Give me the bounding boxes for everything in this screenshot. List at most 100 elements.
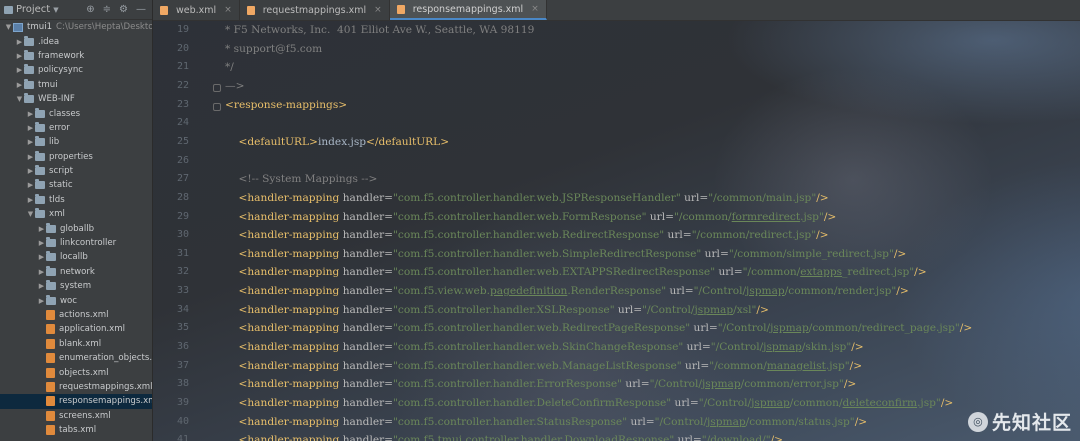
close-icon[interactable]: × (374, 5, 382, 15)
file-item[interactable]: responsemappings.xm (0, 394, 152, 409)
file-item[interactable]: blank.xml (0, 337, 152, 351)
code-token: /> (756, 303, 769, 316)
project-tree: ▼ tmui1 C:\Users\Hepta\Desktop ▶ .idea ▶ frame… (0, 20, 152, 437)
editor-tab[interactable]: requestmappings.xml × (240, 0, 390, 20)
xml-file-icon (46, 324, 55, 335)
chevron-right-icon[interactable]: ▶ (26, 138, 35, 146)
folder-item[interactable]: ▶ tmui (0, 78, 152, 92)
chevron-right-icon[interactable]: ▶ (37, 239, 46, 247)
globe-icon[interactable]: ⊕ (86, 4, 94, 15)
chevron-right-icon[interactable]: ▶ (37, 297, 46, 305)
code-token: /xsl" (733, 303, 757, 316)
folder-item[interactable]: ▼ WEB-INF (0, 92, 152, 106)
chevron-right-icon[interactable]: ▶ (26, 110, 35, 118)
code-token: "com.f5.controller.handler.web.JSPRespon… (393, 191, 681, 204)
code-token: <handler-mapping (238, 378, 343, 391)
folder-item[interactable]: ▶ globallb (0, 221, 152, 235)
folder-item[interactable]: ▶ locallb (0, 250, 152, 264)
code-token: <handler-mapping (238, 266, 343, 279)
code-token: "com.f5.controller.handler.ErrorResponse… (393, 378, 623, 391)
code-token: /common/ (789, 397, 843, 409)
tree-item-label: script (49, 166, 73, 177)
chevron-right-icon[interactable]: ▶ (37, 282, 46, 290)
chevron-right-icon[interactable]: ▶ (37, 253, 46, 261)
file-item[interactable]: actions.xml (0, 308, 152, 322)
editor-tab[interactable]: responsemappings.xml × (389, 0, 547, 20)
folder-item[interactable]: ▶ .idea (0, 34, 152, 48)
code-token: —> (225, 79, 245, 92)
code-token: jspmap (763, 341, 802, 354)
tree-item-label: globallb (60, 223, 95, 234)
folder-item[interactable]: ▶ woc (0, 293, 152, 307)
folder-item[interactable]: ▶ linkcontroller (0, 236, 152, 250)
code-token: url= (701, 247, 729, 260)
fold-marker-icon[interactable] (213, 83, 221, 92)
chevron-right-icon[interactable]: ▶ (15, 38, 24, 46)
folder-item[interactable]: ▶ system (0, 279, 152, 293)
file-item[interactable]: screens.xml (0, 409, 152, 423)
close-icon[interactable]: × (531, 4, 539, 14)
chevron-right-icon[interactable]: ▶ (26, 124, 35, 132)
chevron-right-icon[interactable]: ▶ (15, 52, 24, 60)
code-token: "/Control/ (654, 415, 708, 428)
tree-item-label: application.xml (59, 324, 125, 335)
chevron-right-icon[interactable]: ▶ (26, 153, 35, 161)
folder-item[interactable]: ▶ tlds (0, 193, 152, 207)
code-token: jspmap (770, 322, 809, 335)
editor-tab[interactable]: web.xml × (153, 0, 240, 20)
minimize-icon[interactable]: — (136, 4, 146, 15)
folder-icon (46, 280, 56, 291)
project-folder-icon (4, 5, 13, 14)
collapse-all-icon[interactable]: ≑ (103, 4, 111, 15)
code-token: /> (770, 434, 784, 441)
file-item[interactable]: requestmappings.xml (0, 380, 152, 394)
close-icon[interactable]: × (224, 5, 232, 15)
tab-label: requestmappings.xml (262, 4, 367, 16)
fold-marker-icon[interactable] (213, 102, 221, 111)
file-item[interactable]: enumeration_objects.xr (0, 351, 152, 365)
tree-item-label: static (49, 180, 73, 191)
folder-item[interactable]: ▶ static (0, 178, 152, 192)
file-item[interactable]: tabs.xml (0, 423, 152, 437)
chevron-down-icon[interactable]: ▼ (15, 95, 24, 103)
tree-item-label: system (60, 281, 92, 292)
chevron-right-icon[interactable]: ▶ (15, 81, 24, 89)
folder-item[interactable]: ▶ classes (0, 106, 152, 120)
code-token: <handler-mapping (238, 415, 343, 428)
file-item[interactable]: objects.xml (0, 365, 152, 379)
chevron-right-icon[interactable]: ▶ (37, 268, 46, 276)
chevron-right-icon[interactable]: ▶ (37, 225, 46, 233)
folder-item[interactable]: ▶ error (0, 121, 152, 135)
folder-item[interactable]: ▼ tmui1 C:\Users\Hepta\Desktop (0, 20, 152, 34)
file-item[interactable]: application.xml (0, 322, 152, 336)
folder-item[interactable]: ▶ lib (0, 135, 152, 149)
chevron-right-icon[interactable]: ▶ (26, 181, 35, 189)
code-token: handler= (342, 359, 394, 372)
chevron-down-icon[interactable]: ▼ (4, 23, 13, 31)
folder-item[interactable]: ▶ properties (0, 150, 152, 164)
chevron-right-icon[interactable]: ▶ (26, 196, 35, 204)
folder-icon (35, 136, 45, 147)
code-token: /> (914, 266, 927, 279)
project-view-selector[interactable]: Project ▼ (4, 4, 59, 15)
chevron-right-icon[interactable]: ▶ (15, 66, 24, 74)
folder-item[interactable]: ▶ script (0, 164, 152, 178)
chevron-right-icon[interactable]: ▶ (26, 167, 35, 175)
folder-item[interactable]: ▶ network (0, 265, 152, 279)
folder-item[interactable]: ▶ policysync (0, 63, 152, 77)
folder-item[interactable]: ▶ framework (0, 49, 152, 63)
code-line: <handler-mapping handler="com.f5.control… (225, 229, 828, 241)
code-token: index.jsp (317, 135, 367, 148)
xml-file-icon (46, 396, 55, 407)
folder-item[interactable]: ▼ xml (0, 207, 152, 221)
code-token: /> (843, 378, 857, 391)
tree-item-label: tabs.xml (59, 425, 97, 436)
code-content[interactable]: * F5 Networks, Inc. 401 Elliot Ave W., S… (225, 20, 1080, 441)
chevron-down-icon[interactable]: ▼ (26, 210, 35, 218)
gear-icon[interactable]: ⚙ (119, 4, 128, 15)
code-token: .RenderResponse" (567, 285, 667, 298)
